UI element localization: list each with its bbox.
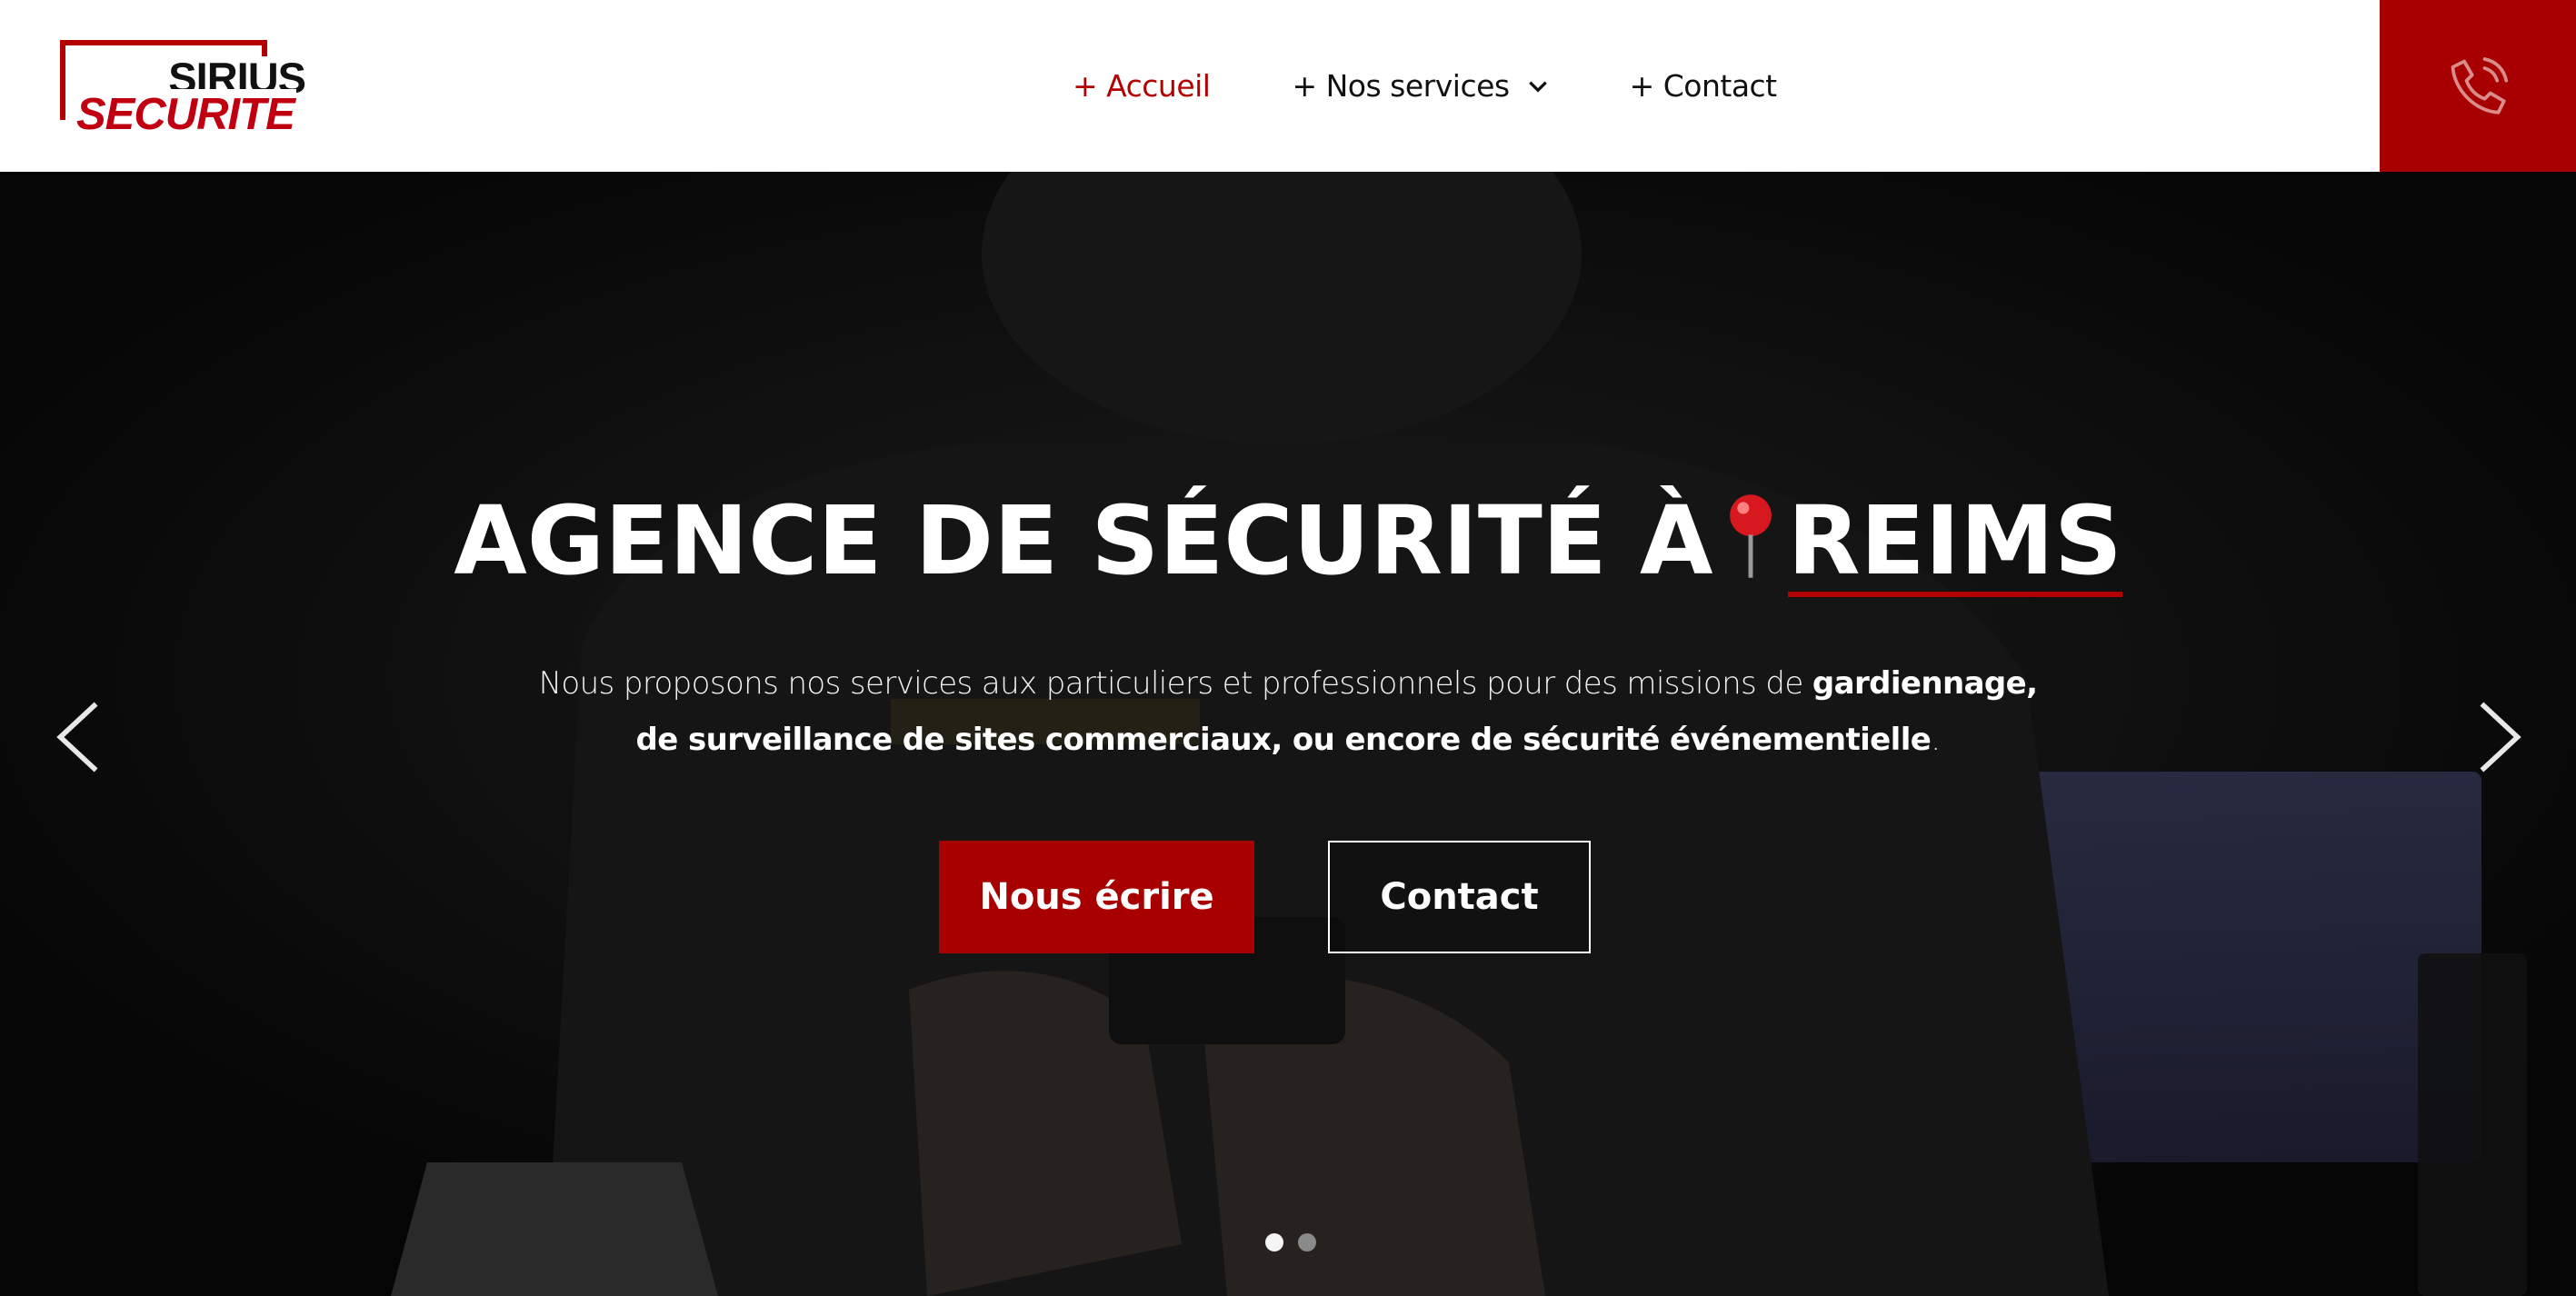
hero-desc-bold-1: gardiennage,: [1812, 665, 2038, 702]
map-pin-icon: [1729, 494, 1772, 578]
logo-line-2: SECURITE: [76, 89, 296, 140]
nav-item-label: + Contact: [1629, 68, 1778, 104]
nav-item-services[interactable]: + Nos services: [1292, 68, 1549, 104]
logo[interactable]: SIRIUS SECURITE: [60, 40, 306, 140]
hero-title-city: REIMS: [1787, 485, 2122, 597]
hero-slider: AGENCE DE SÉCURITÉ À REIMS Nous proposon…: [0, 172, 2576, 1296]
nav-item-label: + Accueil: [1073, 68, 1211, 104]
site-header: SIRIUS SECURITE + Accueil + Nos services…: [0, 0, 2576, 172]
slider-dot-2[interactable]: [1298, 1233, 1316, 1251]
slider-next-arrow-icon[interactable]: [2474, 699, 2525, 775]
contact-button[interactable]: Contact: [1328, 841, 1591, 953]
chevron-down-icon: [1528, 81, 1547, 93]
hero-desc-end: .: [1931, 722, 1941, 758]
slider-dot-1[interactable]: [1265, 1233, 1283, 1251]
main-nav: + Accueil + Nos services + Contact: [1073, 0, 1777, 172]
phone-button[interactable]: [2380, 0, 2576, 172]
nav-item-label: + Nos services: [1292, 68, 1510, 104]
hero-desc-bold-2: de surveillance de sites commerciaux, ou…: [635, 722, 1932, 758]
hero-description: Nous proposons nos services aux particul…: [509, 655, 2067, 768]
phone-icon: [2451, 56, 2509, 115]
hero-title-prefix: AGENCE DE SÉCURITÉ À: [454, 485, 1713, 596]
nav-item-accueil[interactable]: + Accueil: [1073, 68, 1211, 104]
slider-prev-arrow-icon[interactable]: [53, 699, 104, 775]
nav-item-contact[interactable]: + Contact: [1629, 68, 1778, 104]
hero-desc-intro: Nous proposons nos services aux particul…: [538, 665, 1812, 702]
write-us-button[interactable]: Nous écrire: [939, 841, 1254, 953]
slider-pagination: [1265, 1233, 1316, 1251]
hero-title: AGENCE DE SÉCURITÉ À REIMS: [0, 485, 2576, 597]
